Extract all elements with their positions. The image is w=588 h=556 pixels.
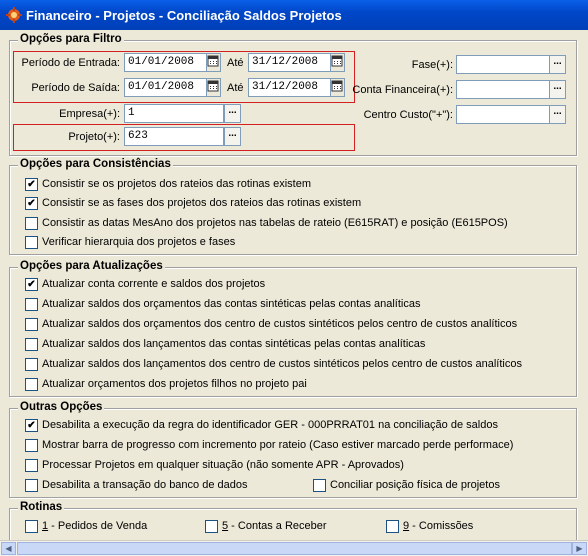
atualizacoes-group-title: Opções para Atualizações (18, 260, 165, 272)
periodo-entrada-de-value: 01/01/2008 (128, 56, 195, 68)
calendar-icon[interactable] (206, 79, 220, 96)
rotinas-text-2: - Comissões (409, 520, 474, 532)
conta-financeira-field[interactable] (456, 80, 550, 99)
filter-group-title: Opções para Filtro (18, 33, 124, 45)
periodo-entrada-de-field[interactable]: 01/01/2008 (124, 53, 221, 72)
consistencias-label-3: Verificar hierarquia dos projetos e fase… (42, 236, 236, 248)
centro-custo-lookup-button[interactable]: ... (549, 105, 566, 124)
calendar-icon[interactable] (330, 79, 344, 96)
consistencias-checkbox-1[interactable] (25, 197, 38, 210)
outras-label-3: Desabilita a transação do banco de dados (42, 479, 248, 491)
empresa-value: 1 (128, 107, 135, 119)
title-bar: Financeiro - Projetos - Conciliação Sald… (0, 0, 588, 30)
empresa-field[interactable]: 1 (124, 104, 224, 123)
rotinas-text-1: - Contas a Receber (228, 520, 327, 532)
projeto-label: Projeto(+): (68, 131, 120, 143)
outras-label-2: Processar Projetos em qualquer situação … (42, 459, 404, 471)
horizontal-scrollbar[interactable]: ◀ ▶ (0, 540, 588, 556)
centro-custo-label: Centro Custo("+"): (363, 109, 453, 121)
periodo-entrada-ate-field[interactable]: 31/12/2008 (248, 53, 345, 72)
atualizacoes-label-2: Atualizar saldos dos orçamentos dos cent… (42, 318, 518, 330)
outras-checkbox-3[interactable] (25, 479, 38, 492)
rotinas-checkbox-1[interactable] (205, 520, 218, 533)
conta-financeira-label: Conta Financeira(+): (352, 84, 453, 96)
outras-checkbox-4[interactable] (313, 479, 326, 492)
window-title: Financeiro - Projetos - Conciliação Sald… (26, 8, 342, 23)
ate-label-entrada: Até (227, 57, 244, 69)
atualizacoes-label-1: Atualizar saldos dos orçamentos das cont… (42, 298, 421, 310)
empresa-label: Empresa(+): (59, 108, 120, 120)
periodo-saida-de-field[interactable]: 01/01/2008 (124, 78, 221, 97)
atualizacoes-checkbox-2[interactable] (25, 318, 38, 331)
fase-field[interactable] (456, 55, 550, 74)
atualizacoes-label-5: Atualizar orçamentos dos projetos filhos… (42, 378, 307, 390)
rotinas-checkbox-0[interactable] (25, 520, 38, 533)
atualizacoes-label-0: Atualizar conta corrente e saldos dos pr… (42, 278, 266, 290)
projeto-field[interactable]: 623 (124, 127, 224, 146)
consistencias-checkbox-0[interactable] (25, 178, 38, 191)
periodo-saida-de-value: 01/01/2008 (128, 81, 195, 93)
atualizacoes-checkbox-5[interactable] (25, 378, 38, 391)
atualizacoes-checkbox-3[interactable] (25, 338, 38, 351)
periodo-entrada-ate-value: 31/12/2008 (252, 56, 319, 68)
periodo-entrada-label: Período de Entrada: (21, 57, 120, 69)
consistencias-label-0: Consistir se os projetos dos rateios das… (42, 178, 312, 190)
rotinas-group-title: Rotinas (18, 501, 65, 513)
outras-checkbox-0[interactable] (25, 419, 38, 432)
rotinas-label-0: 1 - Pedidos de Venda (42, 520, 147, 532)
outras-group-title: Outras Opções (18, 401, 105, 413)
scroll-thumb[interactable] (17, 542, 572, 555)
consistencias-label-2: Consistir as datas MesAno dos projetos n… (42, 217, 508, 229)
projeto-value: 623 (128, 130, 148, 142)
atualizacoes-label-4: Atualizar saldos dos lançamentos dos cen… (42, 358, 522, 370)
fase-label: Fase(+): (411, 59, 453, 71)
rotinas-label-2: 9 - Comissões (403, 520, 473, 532)
calendar-icon[interactable] (330, 54, 344, 71)
atualizacoes-checkbox-4[interactable] (25, 358, 38, 371)
rotinas-checkbox-2[interactable] (386, 520, 399, 533)
conta-financeira-lookup-button[interactable]: ... (549, 80, 566, 99)
projeto-lookup-button[interactable]: ... (224, 127, 241, 146)
consistencias-group-title: Opções para Consistências (18, 158, 173, 170)
periodo-saida-ate-field[interactable]: 31/12/2008 (248, 78, 345, 97)
periodo-saida-label: Período de Saída: (31, 82, 120, 94)
consistencias-checkbox-2[interactable] (25, 217, 38, 230)
app-icon (6, 7, 22, 23)
rotinas-text-0: - Pedidos de Venda (48, 520, 148, 532)
outras-label-0: Desabilita a execução da regra do identi… (42, 419, 498, 431)
rotinas-label-1: 5 - Contas a Receber (222, 520, 327, 532)
outras-checkbox-1[interactable] (25, 439, 38, 452)
fase-lookup-button[interactable]: ... (549, 55, 566, 74)
centro-custo-field[interactable] (456, 105, 550, 124)
scroll-left-icon[interactable]: ◀ (1, 542, 16, 555)
empresa-lookup-button[interactable]: ... (224, 104, 241, 123)
consistencias-label-1: Consistir se as fases dos projetos dos r… (42, 197, 362, 209)
consistencias-checkbox-3[interactable] (25, 236, 38, 249)
atualizacoes-checkbox-0[interactable] (25, 278, 38, 291)
atualizacoes-label-3: Atualizar saldos dos lançamentos das con… (42, 338, 426, 350)
atualizacoes-checkbox-1[interactable] (25, 298, 38, 311)
calendar-icon[interactable] (206, 54, 220, 71)
outras-label-1: Mostrar barra de progresso com increment… (42, 439, 514, 451)
scroll-right-icon[interactable]: ▶ (572, 542, 587, 555)
periodo-saida-ate-value: 31/12/2008 (252, 81, 319, 93)
outras-checkbox-2[interactable] (25, 459, 38, 472)
outras-label-4: Conciliar posição física de projetos (330, 479, 500, 491)
ate-label-saida: Até (227, 82, 244, 94)
